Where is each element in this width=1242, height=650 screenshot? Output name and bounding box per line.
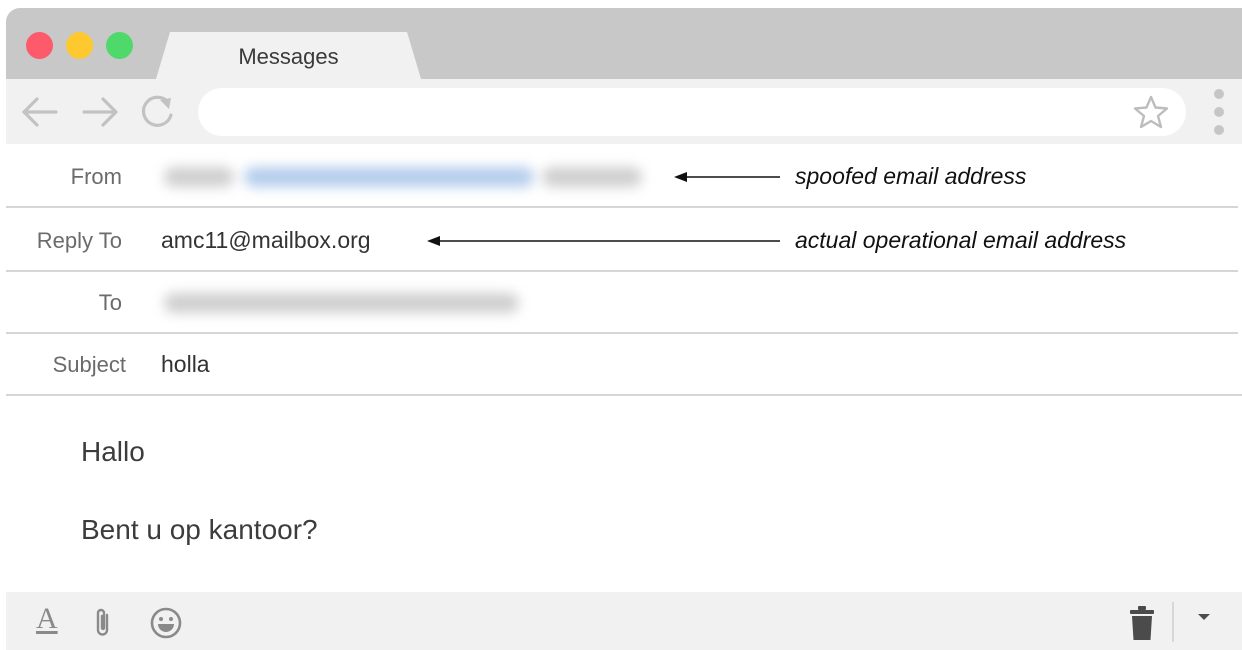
from-annotation-arrow bbox=[674, 170, 780, 184]
to-label: To bbox=[98, 290, 122, 315]
redacted-sender-address bbox=[244, 167, 534, 187]
address-bar[interactable] bbox=[198, 88, 1186, 136]
from-annotation: spoofed email address bbox=[795, 163, 1027, 189]
browser-toolbar bbox=[6, 79, 1242, 144]
reply-to-label: Reply To bbox=[36, 228, 122, 253]
header-row-from: From spoofed email address bbox=[6, 144, 1238, 208]
attachment-icon[interactable] bbox=[93, 606, 113, 640]
message-line: Hallo bbox=[81, 436, 145, 467]
header-row-reply-to: Reply To amc11@mailbox.org actual operat… bbox=[6, 208, 1238, 272]
subject-label: Subject bbox=[52, 352, 126, 377]
back-button[interactable] bbox=[20, 93, 60, 131]
redacted-sender-extra bbox=[542, 167, 642, 187]
redacted-recipient-address bbox=[164, 293, 519, 313]
maximize-window-button[interactable] bbox=[106, 32, 133, 59]
minimize-window-button[interactable] bbox=[66, 32, 93, 59]
bookmark-button[interactable] bbox=[1132, 94, 1170, 130]
title-bar: Messages bbox=[6, 8, 1242, 79]
tab-title: Messages bbox=[238, 44, 339, 69]
reload-icon bbox=[141, 95, 173, 127]
subject-value: holla bbox=[161, 351, 210, 377]
kebab-menu-icon[interactable] bbox=[1209, 89, 1229, 135]
chevron-down-icon[interactable] bbox=[1196, 612, 1212, 646]
reply-to-value: amc11@mailbox.org bbox=[161, 227, 371, 253]
tab-messages[interactable]: Messages bbox=[156, 32, 421, 79]
compose-toolbar: A bbox=[6, 592, 1242, 650]
close-window-button[interactable] bbox=[26, 32, 53, 59]
arrow-left-icon bbox=[22, 97, 58, 127]
browser-window: Messages From spoofed email address Repl… bbox=[6, 8, 1242, 650]
header-row-subject: Subject holla bbox=[6, 332, 1242, 396]
emoji-icon[interactable] bbox=[149, 606, 183, 640]
message-line: Bent u op kantoor? bbox=[81, 514, 318, 545]
reply-to-annotation: actual operational email address bbox=[795, 227, 1127, 253]
redacted-sender-name bbox=[164, 167, 234, 187]
reply-to-annotation-arrow bbox=[427, 234, 780, 248]
trash-icon[interactable] bbox=[1129, 605, 1155, 640]
reload-button[interactable] bbox=[138, 93, 178, 131]
toolbar-divider bbox=[1172, 602, 1174, 642]
text-format-icon[interactable]: A bbox=[36, 602, 58, 636]
header-row-to: To bbox=[6, 270, 1238, 334]
star-icon bbox=[1133, 95, 1169, 129]
forward-button[interactable] bbox=[80, 93, 120, 131]
arrow-right-icon bbox=[82, 97, 118, 127]
from-label: From bbox=[70, 164, 122, 189]
